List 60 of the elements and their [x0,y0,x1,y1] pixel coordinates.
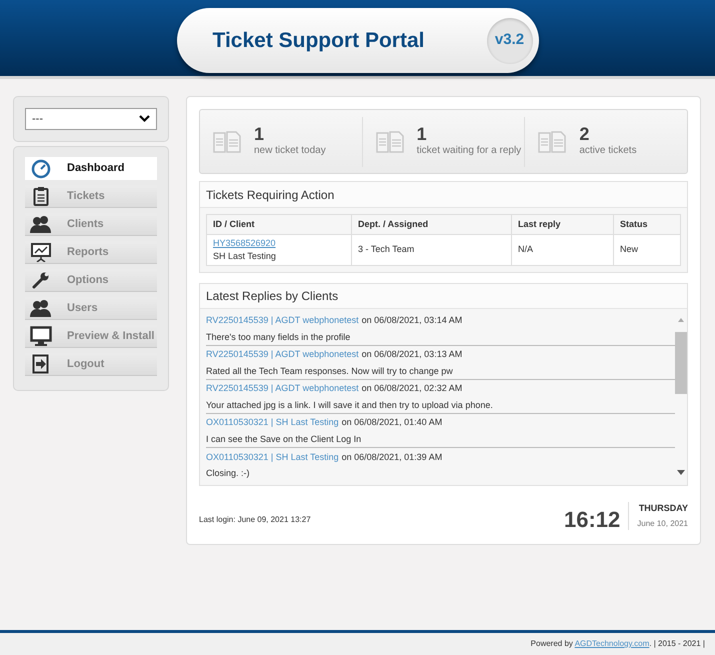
chevron-down-icon [139,115,150,123]
table-cell: N/A [512,234,614,266]
menu-item[interactable]: Logout [25,353,157,376]
column-header: Status [614,214,680,234]
portal-title: Ticket Support Portal [212,28,424,54]
stat-label: new ticket today [254,144,326,158]
presentation-chart-icon [30,242,52,262]
reply-message: Closing. :-) [206,467,251,480]
table-cell: 3 - Tech Team [352,234,512,266]
menu-item[interactable]: Users [25,297,157,320]
stat-label: ticket waiting for a reply [416,144,522,158]
menu-item[interactable]: Clients [25,213,157,236]
documents-icon [374,130,405,154]
menu-item[interactable]: Preview & Install [25,325,157,348]
documents-icon [212,130,242,154]
dropdown-field[interactable]: --- [25,108,157,130]
clock-time: 16:12 [564,506,622,534]
reply-link[interactable]: RV2250145539 | AGDT webphonetest [206,382,359,396]
weekday: THURSDAY [638,502,688,514]
reply-time: on 06/08/2021, 03:14 AM [362,314,462,328]
users-icon [30,299,52,317]
reply-message: I can see the Save on the Client Log In [206,432,362,445]
menu-item[interactable]: Dashboard [25,157,157,180]
gauge-icon [31,158,51,178]
documents-icon [537,130,568,154]
reply-message: Rated all the Tech Team responses. Now will try to change pw [206,364,454,377]
menu-item[interactable]: Reports [25,241,157,264]
wrench-icon [32,271,50,289]
reply-message: Your attached jpg is a link. I will save it and then try to upload via phone. [206,398,494,411]
stat-count: 1 [416,125,428,143]
reply-link[interactable]: RV2250145539 | AGDT webphonetest [206,314,359,328]
users-icon [30,215,52,233]
reply-link[interactable]: OX0110530321 | SH Last Testing [206,416,339,430]
menu-item[interactable]: Tickets [25,185,157,208]
reply-time: on 06/08/2021, 02:32 AM [362,382,462,396]
client-name: SH Last Testing [213,250,277,263]
company-link[interactable]: AGDTechnology.com [574,639,650,648]
reply-link[interactable]: OX0110530321 | SH Last Testing [206,450,339,464]
ticket-link[interactable]: HY3568526920 [213,236,276,250]
panel-title: Latest Replies by Clients [200,284,687,309]
column-header: Dept. / Assigned [352,214,512,234]
last-login: Last login: June 09, 2021 13:27 [199,514,311,526]
reply-message: There's too many fields in the profile [206,330,352,343]
table-cell: New [614,234,680,266]
reply-time: on 06/08/2021, 01:39 AM [342,450,442,464]
monitor-icon [30,326,52,346]
reply-time: on 06/08/2021, 03:13 AM [362,348,462,362]
logout-icon [32,354,50,374]
footer-text: Powered by AGDTechnology.com. | 2015 - 2021 | [530,638,705,650]
stat-label: active tickets [579,144,637,158]
clipboard-icon [33,186,49,206]
column-header: Last reply [512,214,614,234]
reply-time: on 06/08/2021, 01:40 AM [342,416,442,430]
date: June 10, 2021 [637,518,688,530]
stat-count: 1 [254,125,266,143]
column-header: ID / Client [206,214,352,234]
stat-count: 2 [579,125,590,143]
reply-link[interactable]: RV2250145539 | AGDT webphonetest [206,348,359,362]
panel-title: Tickets Requiring Action [200,182,687,208]
version-badge: v3.2 [486,18,532,64]
